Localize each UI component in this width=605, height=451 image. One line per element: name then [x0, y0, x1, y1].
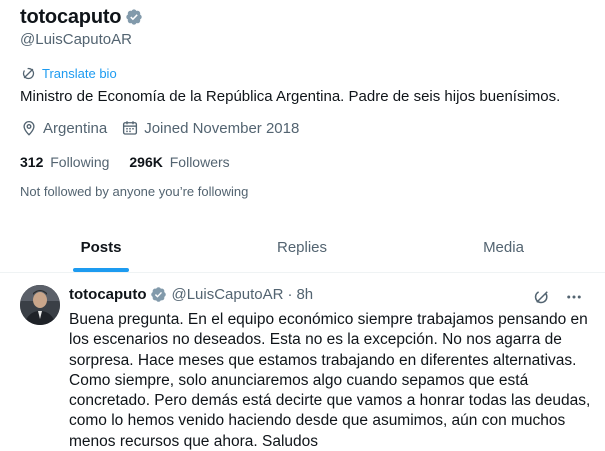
profile-location: Argentina — [20, 119, 107, 137]
tweet-separator: · — [287, 286, 293, 303]
profile-handle: @LuisCaputoAR — [20, 31, 132, 48]
translate-icon — [22, 67, 35, 80]
followers-link[interactable]: 296K Followers — [129, 154, 229, 170]
tweet-text-line: como lo hemos venido haciendo desde que … — [69, 412, 566, 430]
profile-name-row: totocaputo — [20, 4, 143, 30]
tweet-text-line: menos recursos que ahora. Saludos — [69, 432, 319, 450]
following-label: Following — [50, 154, 110, 170]
tweet-header: totocaputo @LuisCaputoAR · 8h — [69, 286, 313, 303]
tweet-actions — [533, 288, 583, 306]
location-text: Argentina — [43, 119, 108, 137]
more-icon[interactable] — [565, 288, 583, 306]
translate-bio-label: Translate bio — [42, 66, 117, 81]
profile-tabs: Posts Replies Media — [0, 222, 605, 273]
not-followed-notice: Not followed by anyone you’re following — [20, 184, 249, 199]
calendar-icon — [123, 121, 138, 135]
grok-icon[interactable] — [533, 288, 551, 306]
active-tab-indicator — [73, 268, 129, 272]
profile-bio: Ministro de Economía de la República Arg… — [20, 88, 561, 105]
tweet-timestamp[interactable]: 8h — [296, 286, 313, 303]
tweet-text-line: los escenarios no deseados. Esta no es l… — [69, 331, 562, 349]
tweet-text: Buena pregunta. En el equipo económico s… — [69, 310, 591, 451]
tweet-author-name[interactable]: totocaputo — [69, 286, 146, 303]
avatar[interactable] — [20, 285, 60, 325]
tweet-text-line: Buena pregunta. En el equipo económico s… — [69, 311, 588, 328]
profile-counts: 312 Following 296K Followers — [20, 154, 250, 170]
location-icon — [23, 121, 35, 136]
tab-replies-label: Replies — [276, 238, 328, 256]
verified-badge-icon[interactable] — [125, 8, 143, 26]
profile-display-name: totocaputo — [20, 5, 122, 28]
tab-posts-label: Posts — [80, 238, 122, 256]
tweet-text-line: sorpresa. Hace meses que estamos trabaja… — [69, 351, 577, 369]
following-count: 312 — [20, 154, 44, 170]
tab-posts[interactable]: Posts — [0, 222, 202, 272]
tab-replies[interactable]: Replies — [202, 222, 402, 272]
profile-meta: Argentina Joined November 2018 — [20, 119, 313, 137]
verified-badge-icon[interactable] — [150, 286, 167, 303]
tweet-text-line: concretado. Pero demás está decirte que … — [69, 392, 591, 410]
tab-media-label: Media — [483, 238, 524, 256]
tweet-author-handle[interactable]: @LuisCaputoAR — [171, 286, 283, 303]
translate-bio-link[interactable]: Translate bio — [21, 66, 117, 81]
followers-label: Followers — [169, 154, 230, 170]
tweet-text-line: Como siempre, solo anunciaremos algo cua… — [69, 371, 529, 389]
profile-joined: Joined November 2018 — [121, 119, 299, 137]
following-link[interactable]: 312 Following — [20, 154, 109, 170]
joined-text: Joined November 2018 — [144, 119, 300, 137]
followers-count: 296K — [129, 154, 163, 170]
tab-media[interactable]: Media — [402, 222, 605, 272]
